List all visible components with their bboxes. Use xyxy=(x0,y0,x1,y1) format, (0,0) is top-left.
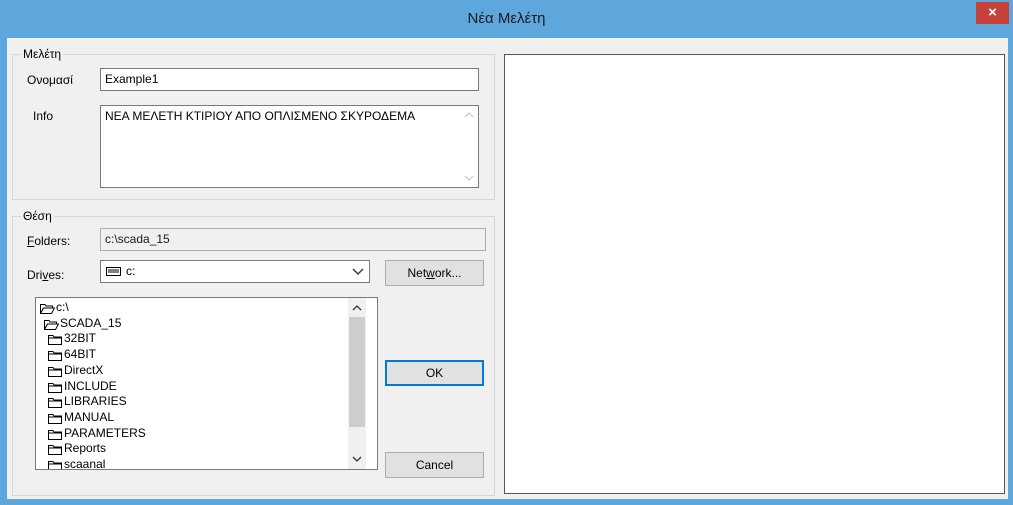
info-label: Info xyxy=(33,109,54,123)
folder-list-scrollbar[interactable] xyxy=(348,298,366,469)
info-textarea-value: ΝΕΑ ΜΕΛΕΤΗ ΚΤΙΡΙΟΥ ΑΠΟ ΟΠΛΙΣΜΕΝΟ ΣΚΥΡΟΔΕ… xyxy=(105,109,416,123)
network-label-part1: Net xyxy=(407,266,427,280)
location-group-legend: Θέση xyxy=(21,209,54,223)
folder-icon xyxy=(48,445,62,456)
folders-label: Folders: xyxy=(27,234,70,248)
folder-icon xyxy=(48,413,62,424)
folder-icon xyxy=(48,351,62,362)
folder-list-item-label: SCADA_15 xyxy=(60,315,122,330)
folder-list-item-label: INCLUDE xyxy=(64,378,117,393)
folders-label-text: olders: xyxy=(34,234,71,248)
name-input[interactable]: Example1 xyxy=(100,68,479,91)
folder-list-item-label: LIBRARIES xyxy=(64,394,127,409)
folder-icon xyxy=(48,429,62,440)
folders-path-field: c:\scada_15 xyxy=(100,228,486,251)
folder-list-item-label: DirectX xyxy=(64,362,104,377)
open-folder-icon xyxy=(40,304,55,314)
cancel-button[interactable]: Cancel xyxy=(385,452,484,478)
scroll-down-icon[interactable] xyxy=(348,451,366,467)
network-label-part2: ork... xyxy=(434,266,462,280)
network-label-accel: w xyxy=(426,266,435,280)
drive-value: c: xyxy=(126,264,136,278)
close-button[interactable]: × xyxy=(976,2,1009,24)
title-bar[interactable]: Νέα Μελέτη × xyxy=(0,0,1013,38)
name-label: Ονομασί xyxy=(27,73,73,87)
study-group-legend: Μελέτη xyxy=(21,47,64,61)
folder-list[interactable]: c:\ SCADA_15 32BIT 64BIT DirectX INCLUDE LIBRA… xyxy=(35,297,378,470)
folder-icon xyxy=(48,366,62,377)
scroll-up-icon[interactable] xyxy=(460,106,478,124)
preview-panel xyxy=(504,54,1005,494)
folder-list-item-label: 32BIT xyxy=(64,331,97,346)
drives-select[interactable]: c: xyxy=(100,260,370,283)
folder-list-item-label: MANUAL xyxy=(64,409,115,424)
folder-list-item-label: scaanal xyxy=(64,457,106,470)
scroll-up-icon[interactable] xyxy=(348,300,366,316)
folder-icon xyxy=(48,398,62,409)
info-scrollbar[interactable] xyxy=(460,106,478,187)
folder-icon xyxy=(48,335,62,346)
scroll-down-icon[interactable] xyxy=(460,169,478,187)
folder-list-item-label: c:\ xyxy=(56,300,69,314)
window-title: Νέα Μελέτη xyxy=(467,10,546,27)
ok-button[interactable]: OK xyxy=(385,360,484,386)
info-textarea[interactable]: ΝΕΑ ΜΕΛΕΤΗ ΚΤΙΡΙΟΥ ΑΠΟ ΟΠΛΙΣΜΕΝΟ ΣΚΥΡΟΔΕ… xyxy=(100,105,479,188)
folders-path-value: c:\scada_15 xyxy=(105,232,170,246)
drives-label-part2: es: xyxy=(48,268,65,282)
scroll-thumb[interactable] xyxy=(349,317,365,427)
dialog-window: Νέα Μελέτη × Μελέτη Ονομασί Example1 Inf… xyxy=(0,0,1013,505)
folder-list-item-label: 64BIT xyxy=(64,347,97,362)
folder-list-item-label: Reports xyxy=(64,441,107,456)
open-folder-icon xyxy=(44,319,59,330)
dialog-client-area: Μελέτη Ονομασί Example1 Info ΝΕΑ ΜΕΛΕΤΗ … xyxy=(7,38,1008,499)
drives-label-part1: Dri xyxy=(27,268,43,282)
network-button[interactable]: Network... xyxy=(385,260,484,286)
close-icon: × xyxy=(988,4,997,21)
chevron-down-icon[interactable] xyxy=(351,265,365,279)
folder-icon xyxy=(48,382,62,393)
name-input-value: Example1 xyxy=(105,72,159,86)
drive-icon xyxy=(106,267,121,276)
folder-icon xyxy=(48,461,62,469)
drives-label: Drives: xyxy=(27,268,64,282)
folder-list-item-label: PARAMETERS xyxy=(64,425,146,440)
